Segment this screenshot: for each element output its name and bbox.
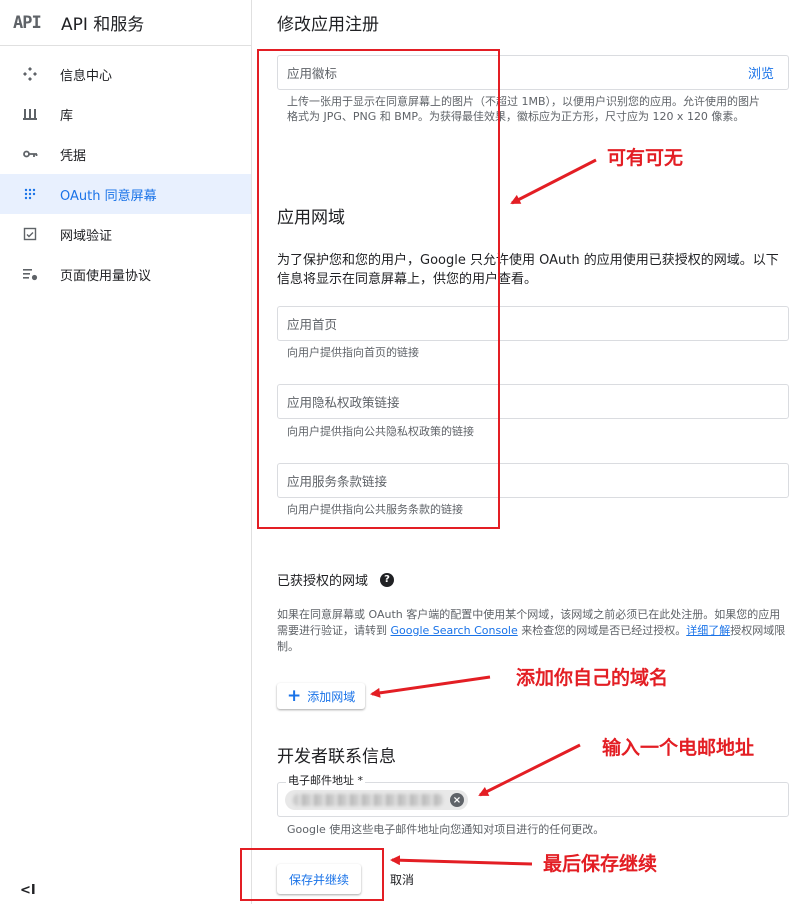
authorized-domains-description: 如果在同意屏幕或 OAuth 客户端的配置中使用某个网域，该网域之前必须已在此处… [277, 607, 791, 655]
google-search-console-link[interactable]: Google Search Console [391, 624, 518, 637]
authorized-domains-label: 已获授权的网域 [277, 574, 369, 589]
help-icon[interactable]: ? [380, 572, 395, 587]
email-chip: × [285, 790, 468, 810]
dashboard-icon [20, 64, 40, 84]
email-hint: Google 使用这些电子邮件地址向您通知对项目进行的任何更改。 [287, 823, 605, 836]
sidebar-item-library[interactable]: 库 [0, 94, 251, 134]
sidebar-nav: 信息中心 库 凭据 OAuth 同意屏幕 网域验证 页面使用量协议 [0, 54, 251, 294]
library-icon [20, 104, 40, 124]
sidebar-item-dashboard[interactable]: 信息中心 [0, 54, 251, 94]
save-button-highlight [240, 848, 384, 901]
developer-contact-title: 开发者联系信息 [277, 747, 396, 767]
browse-button[interactable]: 浏览 [748, 63, 774, 82]
annotation-enter-email: 输入一个电邮地址 [602, 737, 755, 759]
blurred-email-text [293, 794, 443, 806]
learn-more-link[interactable]: 详细了解 [686, 624, 730, 637]
sidebar-item-domain-verification[interactable]: 网域验证 [0, 214, 251, 254]
oauth-consent-icon [20, 184, 40, 204]
brand-header: API API 和服务 [0, 0, 251, 46]
sidebar-item-label: 网域验证 [60, 228, 113, 244]
api-logo: API [13, 12, 42, 33]
optional-fields-highlight [257, 49, 500, 529]
annotation-add-domain: 添加你自己的域名 [516, 667, 669, 689]
collapse-sidebar-button[interactable]: <I [20, 883, 36, 898]
sidebar-item-label: 页面使用量协议 [60, 268, 152, 284]
sidebar-item-label: 库 [60, 108, 74, 124]
email-field-label: 电子邮件地址 * [286, 772, 365, 788]
authorized-domains-text-2: 来检查您的网域是否已经过授权。 [517, 624, 687, 637]
annotation-save-continue: 最后保存继续 [543, 853, 658, 875]
add-domain-button[interactable]: + 添加网域 [277, 683, 366, 709]
sidebar: API API 和服务 信息中心 库 凭据 OAuth 同意屏幕 网域验证 页面… [0, 0, 252, 904]
sidebar-item-label: OAuth 同意屏幕 [60, 188, 157, 204]
sidebar-item-oauth-consent[interactable]: OAuth 同意屏幕 [0, 174, 251, 214]
page-title: 修改应用注册 [277, 15, 379, 35]
sidebar-item-label: 信息中心 [60, 68, 113, 84]
key-icon [20, 144, 40, 164]
authorized-domains-title: 已获授权的网域 ? [277, 570, 395, 589]
plus-icon: + [287, 685, 302, 706]
annotation-optional: 可有可无 [607, 147, 684, 169]
domain-verification-icon [20, 224, 40, 244]
sidebar-item-credentials[interactable]: 凭据 [0, 134, 251, 174]
page-usage-icon [20, 264, 40, 284]
sidebar-item-label: 凭据 [60, 148, 87, 164]
remove-chip-icon[interactable]: × [450, 793, 464, 807]
add-domain-label: 添加网域 [307, 689, 356, 704]
brand-title: API 和服务 [61, 15, 145, 35]
cancel-button[interactable]: 取消 [390, 871, 414, 888]
sidebar-item-page-usage[interactable]: 页面使用量协议 [0, 254, 251, 294]
